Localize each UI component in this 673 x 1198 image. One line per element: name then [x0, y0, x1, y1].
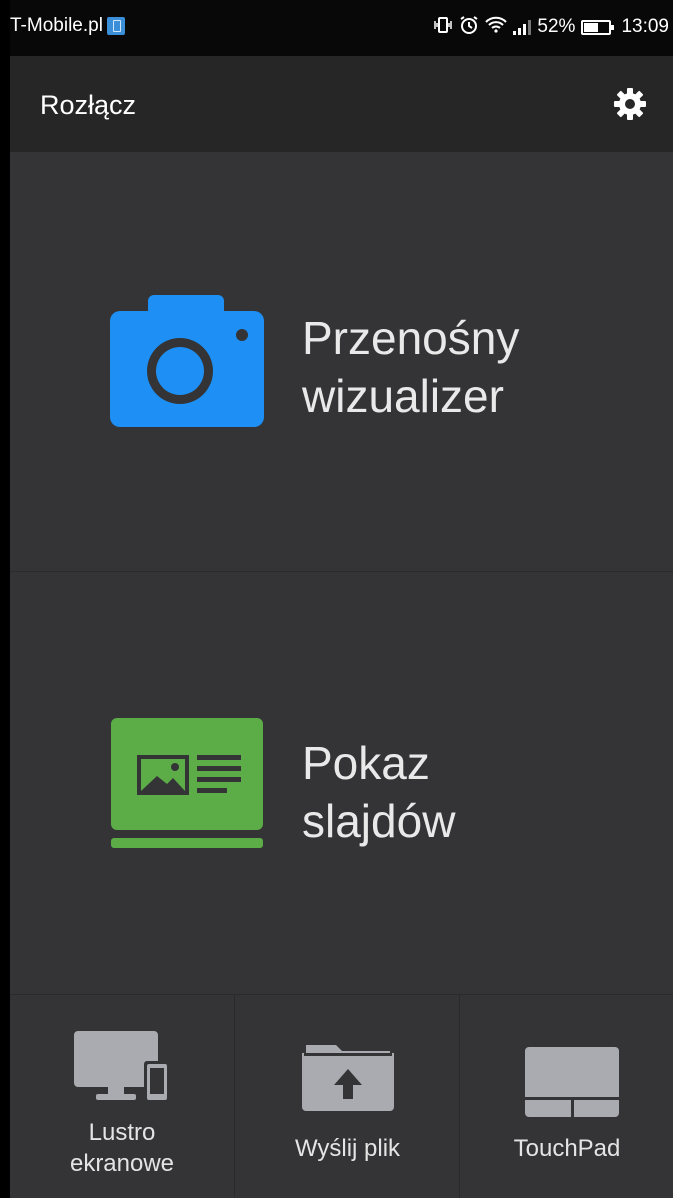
touchpad-button[interactable]: TouchPad: [459, 995, 673, 1198]
slideshow-label: Pokaz slajdów: [302, 734, 455, 850]
camera-icon: [110, 295, 264, 432]
vibrate-icon: [433, 16, 453, 38]
alarm-icon: [459, 15, 479, 39]
screen-mirror-button[interactable]: Lustro ekranowe: [10, 995, 234, 1198]
gear-icon[interactable]: [612, 86, 648, 122]
send-file-button[interactable]: Wyślij plik: [234, 995, 460, 1198]
status-left: T-Mobile.pl: [10, 15, 125, 37]
touchpad-icon: [525, 1047, 619, 1122]
battery-icon: [581, 19, 615, 35]
carrier-app-icon: [106, 17, 125, 35]
toolbar: Rozłącz: [10, 56, 673, 152]
screen-mirror-label: Lustro ekranowe: [10, 1117, 234, 1179]
slideshow-tile[interactable]: Pokaz slajdów: [10, 572, 673, 995]
portable-visualizer-label: Przenośny wizualizer: [302, 309, 519, 425]
tile-label-line: slajdów: [302, 795, 456, 847]
tab-label-line: ekranowe: [69, 1150, 175, 1177]
wifi-icon: [485, 16, 508, 38]
battery-percent: 52%: [537, 16, 576, 37]
signal-icon: [513, 19, 532, 35]
clock: 13:09: [621, 16, 669, 37]
carrier-name: T-Mobile.pl: [10, 15, 103, 36]
touchpad-label: TouchPad: [460, 1133, 673, 1164]
tile-label-line: Przenośny: [302, 312, 520, 364]
bottom-bar: Lustro ekranowe Wyślij plik TouchPad: [10, 995, 673, 1198]
tile-label-line: wizualizer: [302, 370, 504, 422]
disconnect-button[interactable]: Rozłącz: [40, 90, 136, 121]
tab-label-line: TouchPad: [513, 1135, 621, 1162]
upload-folder-icon: [302, 1039, 394, 1116]
status-bar: T-Mobile.pl 52% 13:09: [10, 0, 673, 56]
tab-label-line: Lustro: [88, 1119, 156, 1146]
status-right: 52% 13:09: [433, 15, 669, 39]
slideshow-icon: [111, 718, 265, 855]
tile-label-line: Pokaz: [302, 737, 430, 789]
send-file-label: Wyślij plik: [235, 1133, 460, 1164]
portable-visualizer-tile[interactable]: Przenośny wizualizer: [10, 152, 673, 572]
screen-mirror-icon: [74, 1031, 172, 1108]
tab-label-line: Wyślij plik: [294, 1135, 401, 1162]
app-screen: T-Mobile.pl 52% 13:09 Rozłącz Przenośny …: [10, 0, 673, 1198]
